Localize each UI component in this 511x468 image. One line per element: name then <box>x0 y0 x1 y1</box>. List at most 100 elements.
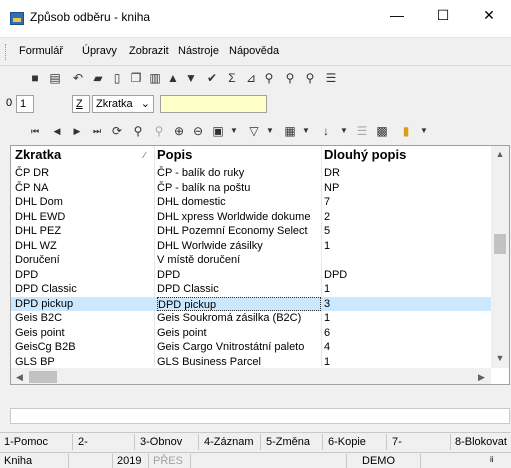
scroll-down-icon[interactable]: ▼ <box>491 350 509 367</box>
table-row[interactable]: DPD pickup DPD pickup 3 <box>11 296 491 311</box>
column-header-zkratka[interactable]: Zkratka <box>15 147 61 162</box>
menu-upravy[interactable]: Úpravy <box>82 45 117 57</box>
copy-icon[interactable]: ❐ <box>128 70 144 86</box>
fkey-1[interactable]: 1-Pomoc <box>4 436 48 448</box>
table-row[interactable]: DHL PEZ DHL Pozemní Economy Select 5 <box>11 224 491 238</box>
report-icon[interactable]: ▮ <box>398 123 414 139</box>
refresh-icon[interactable]: ⟳ <box>109 123 125 139</box>
fkey-7[interactable]: 7- <box>392 436 402 448</box>
sort-az-icon[interactable]: ↓ <box>318 123 334 139</box>
menu-formular[interactable]: Formulář <box>19 45 63 57</box>
fkey-separator <box>260 434 261 450</box>
tree-remove-icon[interactable]: ⊖ <box>190 123 206 139</box>
move-down-icon[interactable]: ▼ <box>183 70 199 86</box>
menu-nastroje[interactable]: Nástroje <box>178 45 219 57</box>
table-row[interactable]: GeisCg B2B Geis Cargo Vnitrostátní paleto… <box>11 340 491 354</box>
horizontal-scroll-thumb[interactable] <box>29 371 57 383</box>
cell-zkratka: ČP DR <box>15 167 50 179</box>
cell-zkratka: Doručení <box>15 254 60 266</box>
table-row[interactable]: DHL Dom DHL domestic 7 <box>11 195 491 209</box>
vertical-scroll-thumb[interactable] <box>494 234 506 254</box>
save-as-icon[interactable]: ▤ <box>47 70 63 86</box>
scroll-right-icon[interactable]: ▶ <box>473 368 490 384</box>
chevron-down-icon[interactable]: ▼ <box>298 123 314 139</box>
menu-icon[interactable]: ☰ <box>323 70 339 86</box>
find-next-icon[interactable]: ⚲ <box>282 70 298 86</box>
cell-popis: DPD pickup <box>157 296 321 311</box>
binoculars-icon[interactable]: ⚲ <box>130 123 146 139</box>
chevron-down-icon[interactable]: ▼ <box>262 123 278 139</box>
photo-icon[interactable]: ▣ <box>210 123 226 139</box>
new-document-icon[interactable]: ▯ <box>109 70 125 86</box>
cell-popis: DHL Pozemní Economy Select <box>157 225 308 237</box>
book-icon[interactable]: ▥ <box>147 70 163 86</box>
cell-zkratka: DPD Classic <box>15 283 77 295</box>
minimize-button[interactable]: — <box>374 0 420 30</box>
status-extra: ii <box>490 455 494 464</box>
menu-napoveda[interactable]: Nápověda <box>229 45 279 57</box>
table-row[interactable]: Geis B2C Geis Soukromá zásilka (B2C) 1 <box>11 311 491 325</box>
sum-icon[interactable]: Σ <box>224 70 240 86</box>
menu-grip[interactable] <box>5 44 8 60</box>
cell-dlouhy-popis: 6 <box>324 326 331 339</box>
record-counter-1[interactable]: 1 <box>16 95 34 113</box>
replace-icon[interactable]: ⚲ <box>302 70 318 86</box>
fkey-5[interactable]: 5-Změna <box>266 436 310 448</box>
status-separator <box>148 454 149 468</box>
last-record-icon[interactable]: ⏭ <box>89 123 105 139</box>
fkey-6[interactable]: 6-Kopie <box>328 436 366 448</box>
move-up-icon[interactable]: ▲ <box>165 70 181 86</box>
table-row[interactable]: ČP NA ČP - balík na poštu NP <box>11 181 491 195</box>
check-icon[interactable]: ✔ <box>204 70 220 86</box>
table-row[interactable]: DHL WZ DHL Worlwide zásilky 1 <box>11 239 491 253</box>
table-row[interactable]: GLS BP GLS Business Parcel 1 <box>11 355 491 369</box>
first-record-icon[interactable]: ⏮ <box>27 123 43 139</box>
next-record-icon[interactable]: ▶ <box>69 123 85 139</box>
table-row[interactable]: DPD Classic DPD Classic 1 <box>11 282 491 296</box>
chart-icon[interactable]: ⊿ <box>243 70 259 86</box>
open-folder-icon[interactable]: ▰ <box>90 70 106 86</box>
table-row[interactable]: ČP DR ČP - balík do ruky DR <box>11 166 491 180</box>
table-row[interactable]: DPD DPD DPD <box>11 268 491 282</box>
close-button[interactable]: ✕ <box>466 0 511 30</box>
chevron-down-icon[interactable]: ▼ <box>226 123 242 139</box>
cell-zkratka: ČP NA <box>15 181 49 194</box>
save-icon[interactable]: ■ <box>27 70 43 86</box>
fkey-2[interactable]: 2- <box>78 436 88 448</box>
cell-dlouhy-popis: 7 <box>324 196 331 208</box>
table-row[interactable]: Doručení V místě doručení <box>11 253 491 267</box>
maximize-button[interactable]: ☐ <box>420 0 466 30</box>
horizontal-scrollbar[interactable]: ◀ ▶ <box>11 368 491 384</box>
chevron-down-icon[interactable]: ▼ <box>336 123 352 139</box>
status-module: Kniha <box>4 455 33 467</box>
menu-zobrazit[interactable]: Zobrazit <box>129 45 169 57</box>
fkey-4[interactable]: 4-Záznam <box>204 436 254 448</box>
column-header-dlouhy-popis[interactable]: Dlouhý popis <box>324 147 406 162</box>
scroll-left-icon[interactable]: ◀ <box>11 368 28 384</box>
scroll-up-icon[interactable]: ▲ <box>491 146 509 163</box>
status-separator <box>112 454 113 468</box>
sort-indicator-icon: ∕ <box>144 150 146 160</box>
filter-value-input[interactable] <box>160 95 267 113</box>
fkey-3[interactable]: 3-Obnov <box>140 436 182 448</box>
cell-dlouhy-popis: DPD <box>324 268 348 281</box>
tree-add-icon[interactable]: ⊕ <box>171 123 187 139</box>
vertical-scrollbar[interactable]: ▲ ▼ <box>491 146 509 368</box>
undo-icon[interactable]: ↶ <box>70 70 86 86</box>
table-row[interactable]: DHL EWD DHL xpress Worldwide dokume 2 <box>11 210 491 224</box>
columns-icon[interactable]: ▦ <box>282 123 298 139</box>
list-icon: ☰ <box>356 124 368 138</box>
fkey-8[interactable]: 8-Blokovat <box>455 436 507 448</box>
cell-dlouhy-popis: 1 <box>324 312 331 324</box>
excel-icon[interactable]: ▩ <box>374 123 390 139</box>
column-header-popis[interactable]: Popis <box>157 147 192 162</box>
filter-icon[interactable]: ▽ <box>246 123 262 139</box>
table-row[interactable]: Geis point Geis point 6 <box>11 326 491 340</box>
filter-key-button[interactable]: Z <box>72 95 90 113</box>
prev-record-icon[interactable]: ◀ <box>49 123 65 139</box>
cell-popis: DHL domestic <box>157 196 226 208</box>
chevron-down-icon[interactable]: ▼ <box>416 123 432 139</box>
cell-popis: Geis point <box>157 326 207 339</box>
find-icon[interactable]: ⚲ <box>261 70 277 86</box>
filter-field-select[interactable]: Zkratka ⌄ <box>92 95 154 113</box>
